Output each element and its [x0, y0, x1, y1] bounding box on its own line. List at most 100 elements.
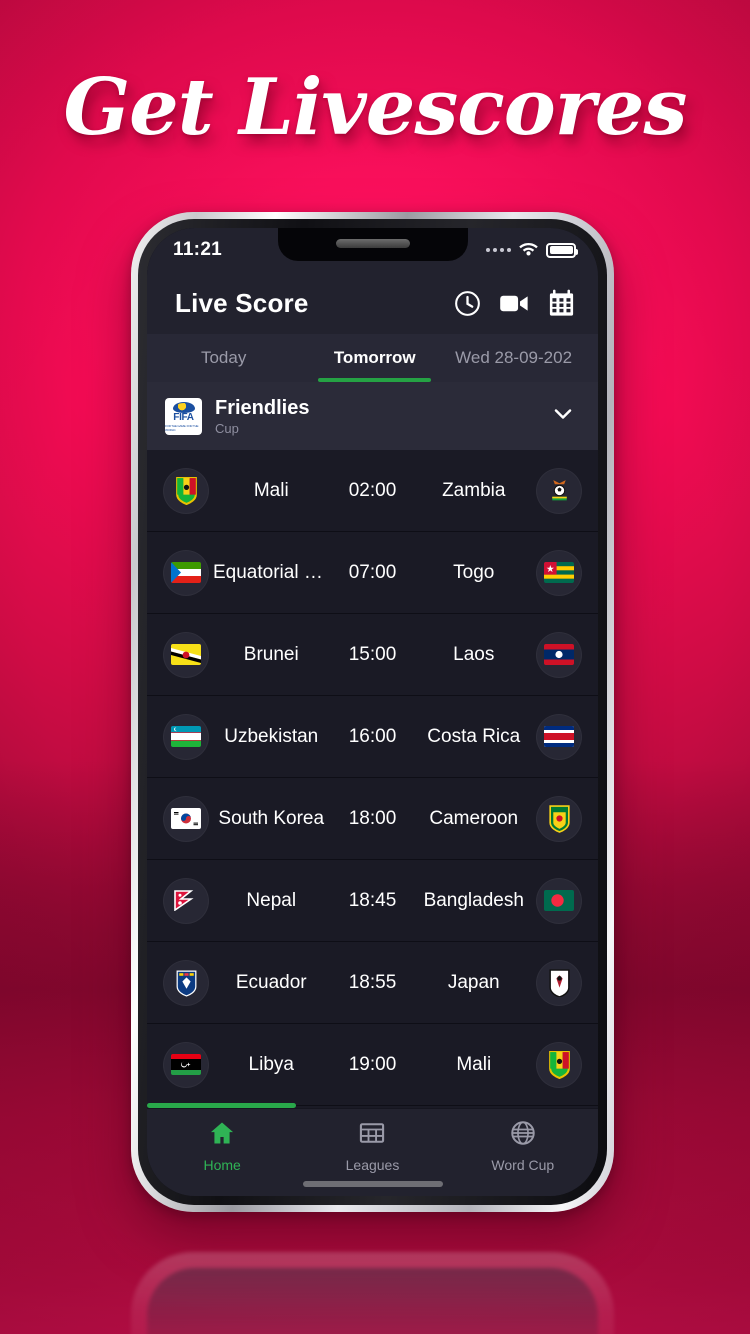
home-team-flag — [163, 795, 209, 842]
home-team-name: Uzbekistan — [224, 725, 319, 747]
promo-headline: Get Livescores — [63, 62, 688, 153]
tab-date[interactable]: Wed 28-09-202 — [449, 334, 598, 382]
tab-today[interactable]: Today — [147, 334, 300, 382]
home-team-flag — [163, 549, 209, 596]
flag-uzbekistan — [171, 726, 201, 747]
app-bar: Live Score — [147, 272, 598, 334]
clock-icon[interactable] — [453, 289, 482, 318]
home-team-flag — [163, 631, 209, 678]
match-time: 02:00 — [348, 479, 397, 501]
home-indicator-bar — [302, 1181, 443, 1187]
home-team-flag — [163, 713, 209, 760]
phone-reflection — [131, 1252, 614, 1334]
flag-brunei — [171, 644, 201, 665]
home-icon — [207, 1119, 237, 1152]
away-team-name: Laos — [453, 643, 495, 665]
home-team-name: Equatorial Gui... — [213, 561, 334, 583]
match-time: 18:45 — [348, 889, 397, 911]
home-team-name: South Korea — [218, 807, 325, 829]
speaker-grille — [335, 239, 410, 248]
nav-item-leagues[interactable]: Leagues — [298, 1119, 447, 1173]
match-time: 15:00 — [348, 643, 397, 665]
app-bar-actions — [453, 289, 576, 318]
home-team-flag — [163, 1041, 209, 1088]
flag-laos — [544, 644, 574, 665]
nav-label-word-cup: Word Cup — [491, 1157, 555, 1173]
battery-icon — [546, 242, 578, 258]
table-row[interactable]: Brunei 15:00 Laos — [147, 614, 598, 696]
away-team-flag — [536, 1041, 582, 1088]
flag-south-korea — [171, 808, 201, 829]
phone-screen: 11:21 Live Score Today Tomorrow Wed 28-0… — [147, 228, 598, 1196]
match-time: 07:00 — [348, 561, 397, 583]
app-root: 11:21 Live Score Today Tomorrow Wed 28-0… — [147, 228, 598, 1196]
match-time: 19:00 — [348, 1053, 397, 1075]
away-team-flag — [536, 795, 582, 842]
status-bar-time: 11:21 — [173, 239, 223, 260]
away-team-flag — [536, 631, 582, 678]
globe-icon — [508, 1119, 538, 1152]
match-list[interactable]: Mali 02:00 Zambia Equatorial Gui... 07:0… — [147, 450, 598, 1108]
away-team-name: Costa Rica — [427, 725, 521, 747]
signal-dots-icon — [486, 248, 511, 252]
away-team-name: Japan — [447, 971, 500, 993]
home-team-flag — [163, 959, 209, 1006]
bottom-navigation: Home Leagues Word Cup — [147, 1108, 598, 1196]
nav-label-home: Home — [203, 1157, 241, 1173]
home-team-name: Mali — [253, 479, 289, 501]
table-row[interactable]: Mali 02:00 Zambia — [147, 450, 598, 532]
video-camera-icon[interactable] — [499, 289, 530, 318]
status-bar-indicators — [486, 240, 578, 261]
flag-libya — [171, 1054, 201, 1075]
away-team-name: Cameroon — [429, 807, 519, 829]
home-team-flag — [163, 877, 209, 924]
table-row[interactable]: Equatorial Gui... 07:00 Togo — [147, 532, 598, 614]
away-team-flag — [536, 959, 582, 1006]
away-team-name: Togo — [453, 561, 495, 583]
phone-reflection-screen — [147, 1268, 598, 1334]
flag-togo — [544, 562, 574, 583]
nav-item-home[interactable]: Home — [148, 1119, 297, 1173]
chevron-down-icon[interactable] — [550, 401, 576, 432]
home-team-name: Nepal — [246, 889, 297, 911]
scrollbar-thumb[interactable] — [147, 1103, 296, 1108]
away-team-flag — [536, 467, 582, 514]
home-team-name: Libya — [248, 1053, 294, 1075]
fifa-logo-subtext: FOR THE GAME. FOR THE WORLD. — [165, 423, 199, 432]
fifa-logo-icon: FIFA FOR THE GAME. FOR THE WORLD. — [165, 397, 202, 435]
page-title: Live Score — [175, 287, 309, 318]
away-team-flag — [536, 877, 582, 924]
phone-bezel: 11:21 Live Score Today Tomorrow Wed 28-0… — [138, 219, 607, 1205]
table-row[interactable]: Ecuador 18:55 Japan — [147, 942, 598, 1024]
league-text-block: Friendlies Cup — [215, 397, 537, 436]
wifi-icon — [518, 240, 539, 261]
table-row[interactable]: Nepal 18:45 Bangladesh — [147, 860, 598, 942]
table-row[interactable]: Uzbekistan 16:00 Costa Rica — [147, 696, 598, 778]
flag-nepal — [171, 890, 201, 911]
away-team-name: Bangladesh — [423, 889, 524, 911]
flag-equatorial-guinea — [171, 562, 201, 583]
grid-icon — [357, 1119, 387, 1152]
phone-notch — [277, 228, 468, 261]
calendar-icon[interactable] — [547, 289, 576, 318]
away-team-flag — [536, 549, 582, 596]
table-row[interactable]: Libya 19:00 Mali — [147, 1024, 598, 1106]
table-row[interactable]: South Korea 18:00 Cameroon — [147, 778, 598, 860]
day-tabs: Today Tomorrow Wed 28-09-202 — [147, 334, 598, 382]
home-team-flag — [163, 467, 209, 514]
tab-tomorrow[interactable]: Tomorrow — [300, 334, 449, 382]
away-team-flag — [536, 713, 582, 760]
match-time: 18:00 — [348, 807, 397, 829]
phone-mockup: 11:21 Live Score Today Tomorrow Wed 28-0… — [131, 212, 614, 1212]
away-team-name: Zambia — [442, 479, 506, 501]
league-type: Cup — [215, 420, 239, 436]
home-team-name: Brunei — [243, 643, 299, 665]
nav-item-word-cup[interactable]: Word Cup — [448, 1119, 597, 1173]
flag-costa-rica — [544, 726, 574, 747]
fifa-globe — [172, 402, 195, 414]
list-scrollbar[interactable] — [147, 1103, 598, 1108]
nav-label-leagues: Leagues — [345, 1157, 400, 1173]
league-name: Friendlies — [215, 396, 310, 419]
match-time: 16:00 — [348, 725, 397, 747]
league-header[interactable]: FIFA FOR THE GAME. FOR THE WORLD. Friend… — [147, 382, 598, 450]
